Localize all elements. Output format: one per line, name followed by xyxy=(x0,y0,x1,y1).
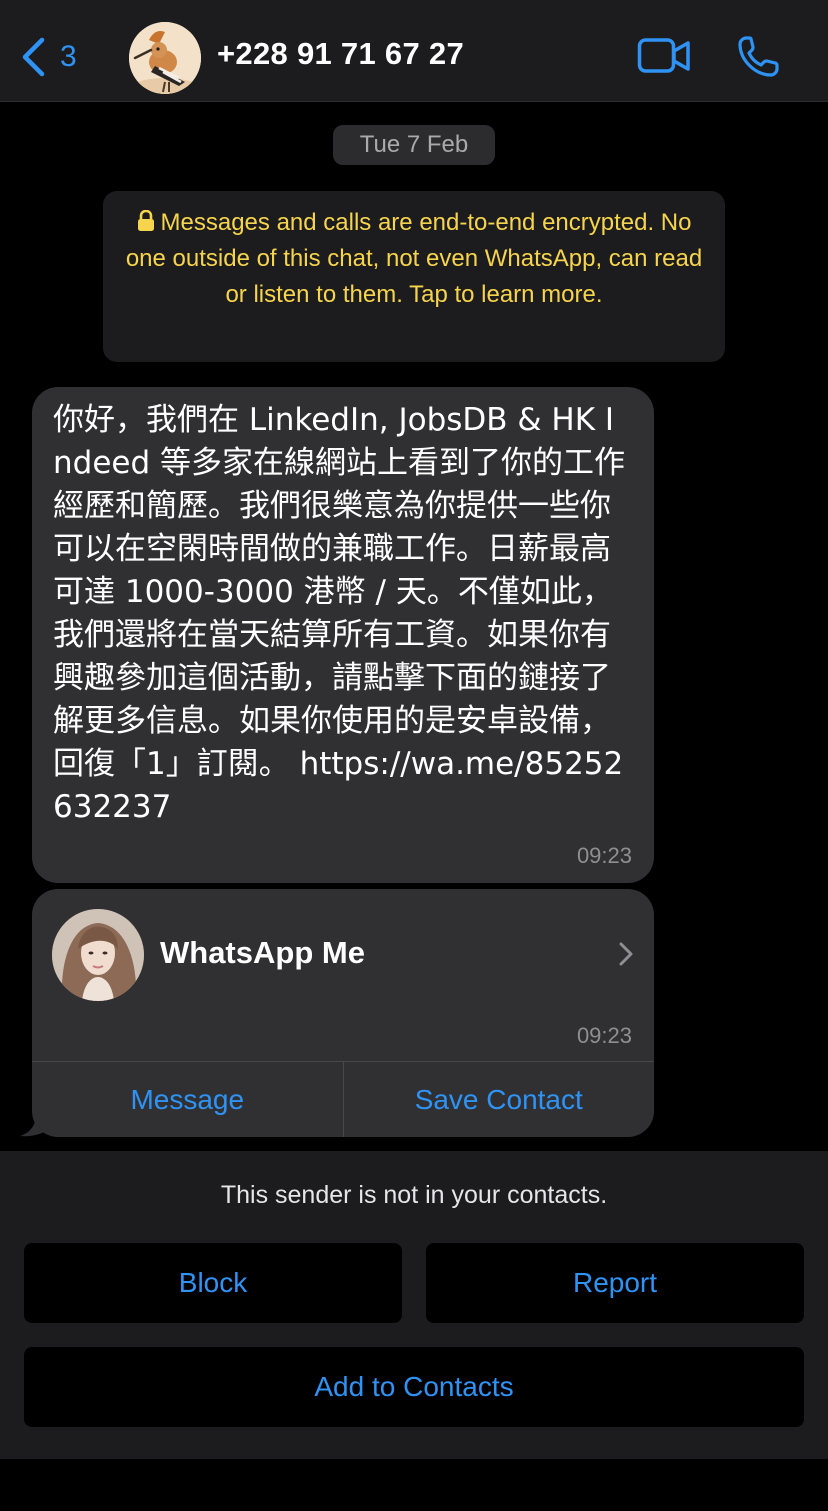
link-card-timestamp: 09:23 xyxy=(576,1023,632,1048)
encryption-notice-text: Messages and calls are end-to-end encryp… xyxy=(125,209,703,308)
chat-screen: 3 +228 91 71 67 27 Tue 7 Feb Messages an… xyxy=(0,0,828,1511)
contact-avatar[interactable] xyxy=(129,22,201,94)
chevron-left-icon xyxy=(22,37,45,77)
message-button[interactable]: Message xyxy=(32,1062,343,1137)
link-preview-card: WhatsApp Me 09:23 Message Save Contact xyxy=(32,889,654,1137)
message-text: 你好，我們在 LinkedIn, JobsDB & HK Indeed 等多家在… xyxy=(53,402,625,782)
report-button[interactable]: Report xyxy=(426,1243,804,1323)
chevron-right-icon xyxy=(619,942,633,966)
contact-number[interactable]: +228 91 71 67 27 xyxy=(217,36,464,72)
incoming-message-bubble[interactable]: 你好，我們在 LinkedIn, JobsDB & HK Indeed 等多家在… xyxy=(32,387,654,883)
message-text-container: 你好，我們在 LinkedIn, JobsDB & HK Indeed 等多家在… xyxy=(53,399,633,829)
hoopoe-bird-avatar-image xyxy=(129,22,201,94)
unread-count: 3 xyxy=(60,40,77,73)
add-to-contacts-button[interactable]: Add to Contacts xyxy=(24,1347,804,1427)
unknown-sender-notice: This sender is not in your contacts. xyxy=(220,1181,608,1209)
back-button[interactable]: 3 xyxy=(20,30,100,84)
block-button[interactable]: Block xyxy=(24,1243,402,1323)
link-preview[interactable]: WhatsApp Me 09:23 xyxy=(32,889,654,1061)
unknown-sender-panel: This sender is not in your contacts. Blo… xyxy=(0,1151,828,1459)
phone-icon xyxy=(738,36,779,77)
woman-profile-image xyxy=(52,909,144,1001)
chat-header: 3 +228 91 71 67 27 xyxy=(0,0,828,102)
voice-call-button[interactable] xyxy=(737,34,781,78)
video-call-button[interactable] xyxy=(637,36,691,76)
video-camera-icon xyxy=(637,38,690,73)
link-card-actions: Message Save Contact xyxy=(32,1061,654,1137)
lock-icon xyxy=(137,210,154,231)
message-timestamp: 09:23 xyxy=(576,843,632,868)
encryption-notice[interactable]: Messages and calls are end-to-end encryp… xyxy=(103,191,725,362)
link-preview-title: WhatsApp Me xyxy=(160,935,365,970)
bubble-tail xyxy=(20,1115,50,1137)
profile-photo xyxy=(52,909,144,1001)
save-contact-button[interactable]: Save Contact xyxy=(342,1062,655,1137)
date-separator: Tue 7 Feb xyxy=(333,125,495,165)
